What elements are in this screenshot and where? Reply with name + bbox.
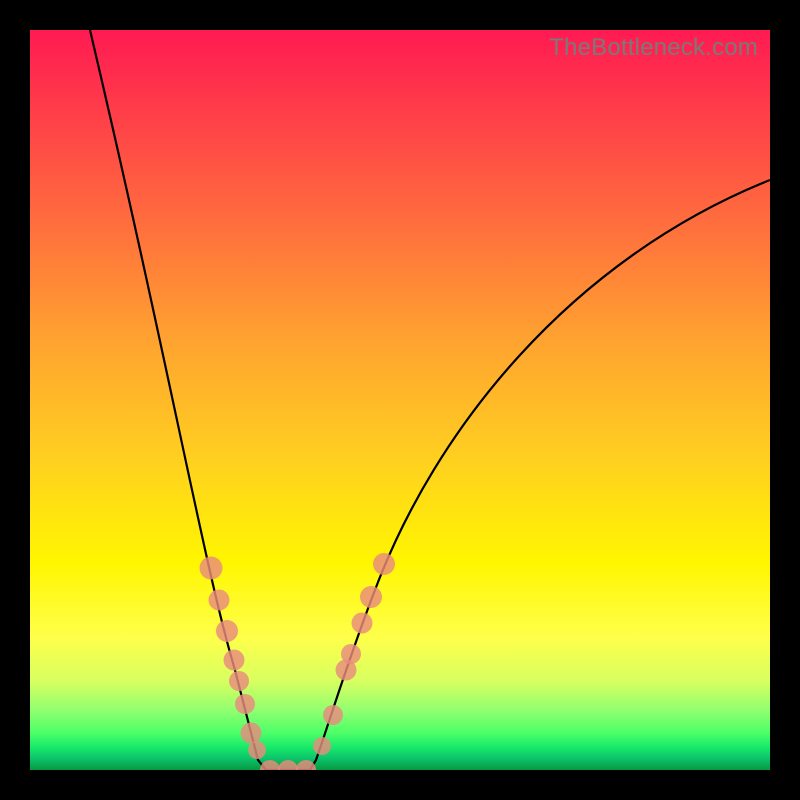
data-marker xyxy=(260,760,280,770)
data-marker xyxy=(241,723,262,744)
data-marker xyxy=(224,650,245,671)
data-marker xyxy=(296,760,316,770)
data-marker xyxy=(248,741,266,759)
data-marker xyxy=(200,557,223,580)
data-marker xyxy=(352,613,373,634)
chart-plot-area: TheBottleneck.com xyxy=(30,30,770,770)
chart-svg xyxy=(30,30,770,770)
data-marker xyxy=(336,660,357,681)
data-marker xyxy=(360,586,382,608)
data-marker xyxy=(216,620,238,642)
curve-left-curve xyxy=(90,30,266,770)
data-marker xyxy=(278,760,298,770)
data-marker xyxy=(341,644,361,664)
curve-right-curve xyxy=(310,180,770,770)
watermark-text: TheBottleneck.com xyxy=(549,34,758,62)
curve-group xyxy=(90,30,770,770)
data-marker xyxy=(229,671,249,691)
data-marker xyxy=(323,705,343,725)
data-marker xyxy=(209,590,230,611)
data-marker xyxy=(373,553,395,575)
marker-group xyxy=(200,553,396,770)
data-marker xyxy=(235,694,255,714)
data-marker xyxy=(313,737,331,755)
